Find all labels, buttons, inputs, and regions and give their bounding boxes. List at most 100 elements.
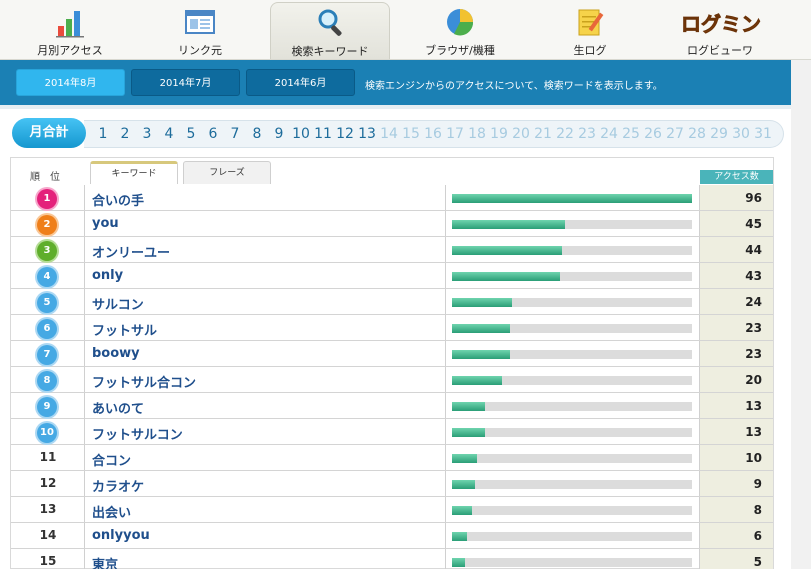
nav-label: 月別アクセス [37,44,103,57]
keyword-link[interactable]: 合コン [92,450,131,469]
access-bar-track [452,376,692,385]
tab-phrase[interactable]: フレーズ [183,161,271,184]
day-22: 22 [556,126,574,142]
day-9[interactable]: 9 [268,126,290,142]
day-27: 27 [666,126,684,142]
rank-badge: 2 [37,215,57,235]
day-26: 26 [644,126,662,142]
day-4[interactable]: 4 [158,126,180,142]
access-bar-fill [452,558,465,567]
access-count-header: アクセス数 [700,170,773,184]
nav-monthly-access[interactable]: 月別アクセス [10,2,130,59]
month-tab-aug[interactable]: 2014年8月 [16,69,125,96]
rank-number: 14 [39,528,57,542]
access-count: 23 [745,347,762,361]
day-7[interactable]: 7 [224,126,246,142]
access-bar-track [452,194,692,203]
rank-badge: 8 [37,371,57,391]
table-row: 3 オンリーユー 44 [11,237,773,263]
access-bar-track [452,428,692,437]
rank-badge: 5 [37,293,57,313]
rank-badge: 6 [37,319,57,339]
keyword-link[interactable]: カラオケ [92,476,144,495]
access-count: 13 [745,399,762,413]
pie-chart-icon [447,9,474,36]
keyword-link[interactable]: boowy [92,346,140,361]
day-8[interactable]: 8 [246,126,268,142]
nav-raw-log[interactable]: 生ログ [530,2,650,59]
keyword-link[interactable]: 出会い [92,502,131,521]
day-10[interactable]: 10 [290,126,312,142]
tab-keyword[interactable]: キーワード [90,161,178,184]
day-28: 28 [688,126,706,142]
rank-badge: 1 [37,189,57,209]
window-icon [185,10,215,34]
access-bar-track [452,220,692,229]
day-16: 16 [424,126,442,142]
day-14: 14 [380,126,398,142]
day-15: 15 [402,126,420,142]
access-bar-fill [452,428,485,437]
keyword-link[interactable]: フットサル [92,320,157,339]
access-bar-track [452,558,692,567]
rank-badge: 9 [37,397,57,417]
access-bar-track [452,298,692,307]
access-bar-fill [452,298,512,307]
nav-label: リンク元 [178,44,222,57]
access-bar-fill [452,194,692,203]
day-3[interactable]: 3 [136,126,158,142]
access-bar-fill [452,246,562,255]
nav-browser-device[interactable]: ブラウザ/機種 [400,2,520,59]
keyword-link[interactable]: フットサル合コン [92,372,196,391]
access-bar-track [452,246,692,255]
day-12[interactable]: 12 [334,126,356,142]
table-row: 13 出会い 8 [11,497,773,523]
keyword-link[interactable]: サルコン [92,294,144,313]
access-bar-fill [452,506,472,515]
rank-number: 11 [39,450,57,464]
keyword-link[interactable]: only [92,268,123,283]
keyword-link[interactable]: オンリーユー [92,242,170,261]
month-tab-jul[interactable]: 2014年7月 [131,69,240,96]
rank-badge: 10 [37,423,57,443]
keyword-link[interactable]: あいのて [92,398,144,417]
day-29: 29 [710,126,728,142]
nav-search-keyword[interactable]: 検索キーワード [270,2,390,59]
day-6[interactable]: 6 [202,126,224,142]
access-bar-track [452,350,692,359]
day-25: 25 [622,126,640,142]
keyword-link[interactable]: 合いの手 [92,190,144,209]
day-5[interactable]: 5 [180,126,202,142]
monthly-total-button[interactable]: 月合計 [12,118,86,148]
nav-link-source[interactable]: リンク元 [140,2,260,59]
day-selector: 月合計 1 2 3 4 5 6 7 8 9 10 11 12 13 14 15 16 17 18 19 20 21 22 2… [0,112,791,154]
nav-label: ログビューワ [687,44,753,57]
access-bar-fill [452,532,467,541]
keyword-link[interactable]: 東京 [92,554,118,569]
day-1[interactable]: 1 [92,126,114,142]
access-bar-fill [452,376,502,385]
table-row: 5 サルコン 24 [11,289,773,315]
day-31: 31 [754,126,772,142]
logo-text: ログミン [681,12,761,36]
day-19: 19 [490,126,508,142]
access-count: 43 [745,269,762,283]
day-13[interactable]: 13 [356,126,378,142]
rank-number: 15 [39,554,57,568]
keyword-link[interactable]: フットサルコン [92,424,183,443]
day-11[interactable]: 11 [312,126,334,142]
access-bar-track [452,480,692,489]
day-2[interactable]: 2 [114,126,136,142]
month-tab-jun[interactable]: 2014年6月 [246,69,355,96]
keyword-link[interactable]: onlyyou [92,528,150,543]
day-23: 23 [578,126,596,142]
nav-label: ブラウザ/機種 [425,44,495,57]
access-bar-track [452,402,692,411]
access-count: 5 [753,555,762,569]
access-count: 6 [753,529,762,543]
rank-badge: 7 [37,345,57,365]
table-row: 4 only 43 [11,263,773,289]
nav-log-viewer[interactable]: ログミン ログビューワ [660,2,780,59]
access-bar-track [452,272,692,281]
keyword-link[interactable]: you [92,216,119,231]
